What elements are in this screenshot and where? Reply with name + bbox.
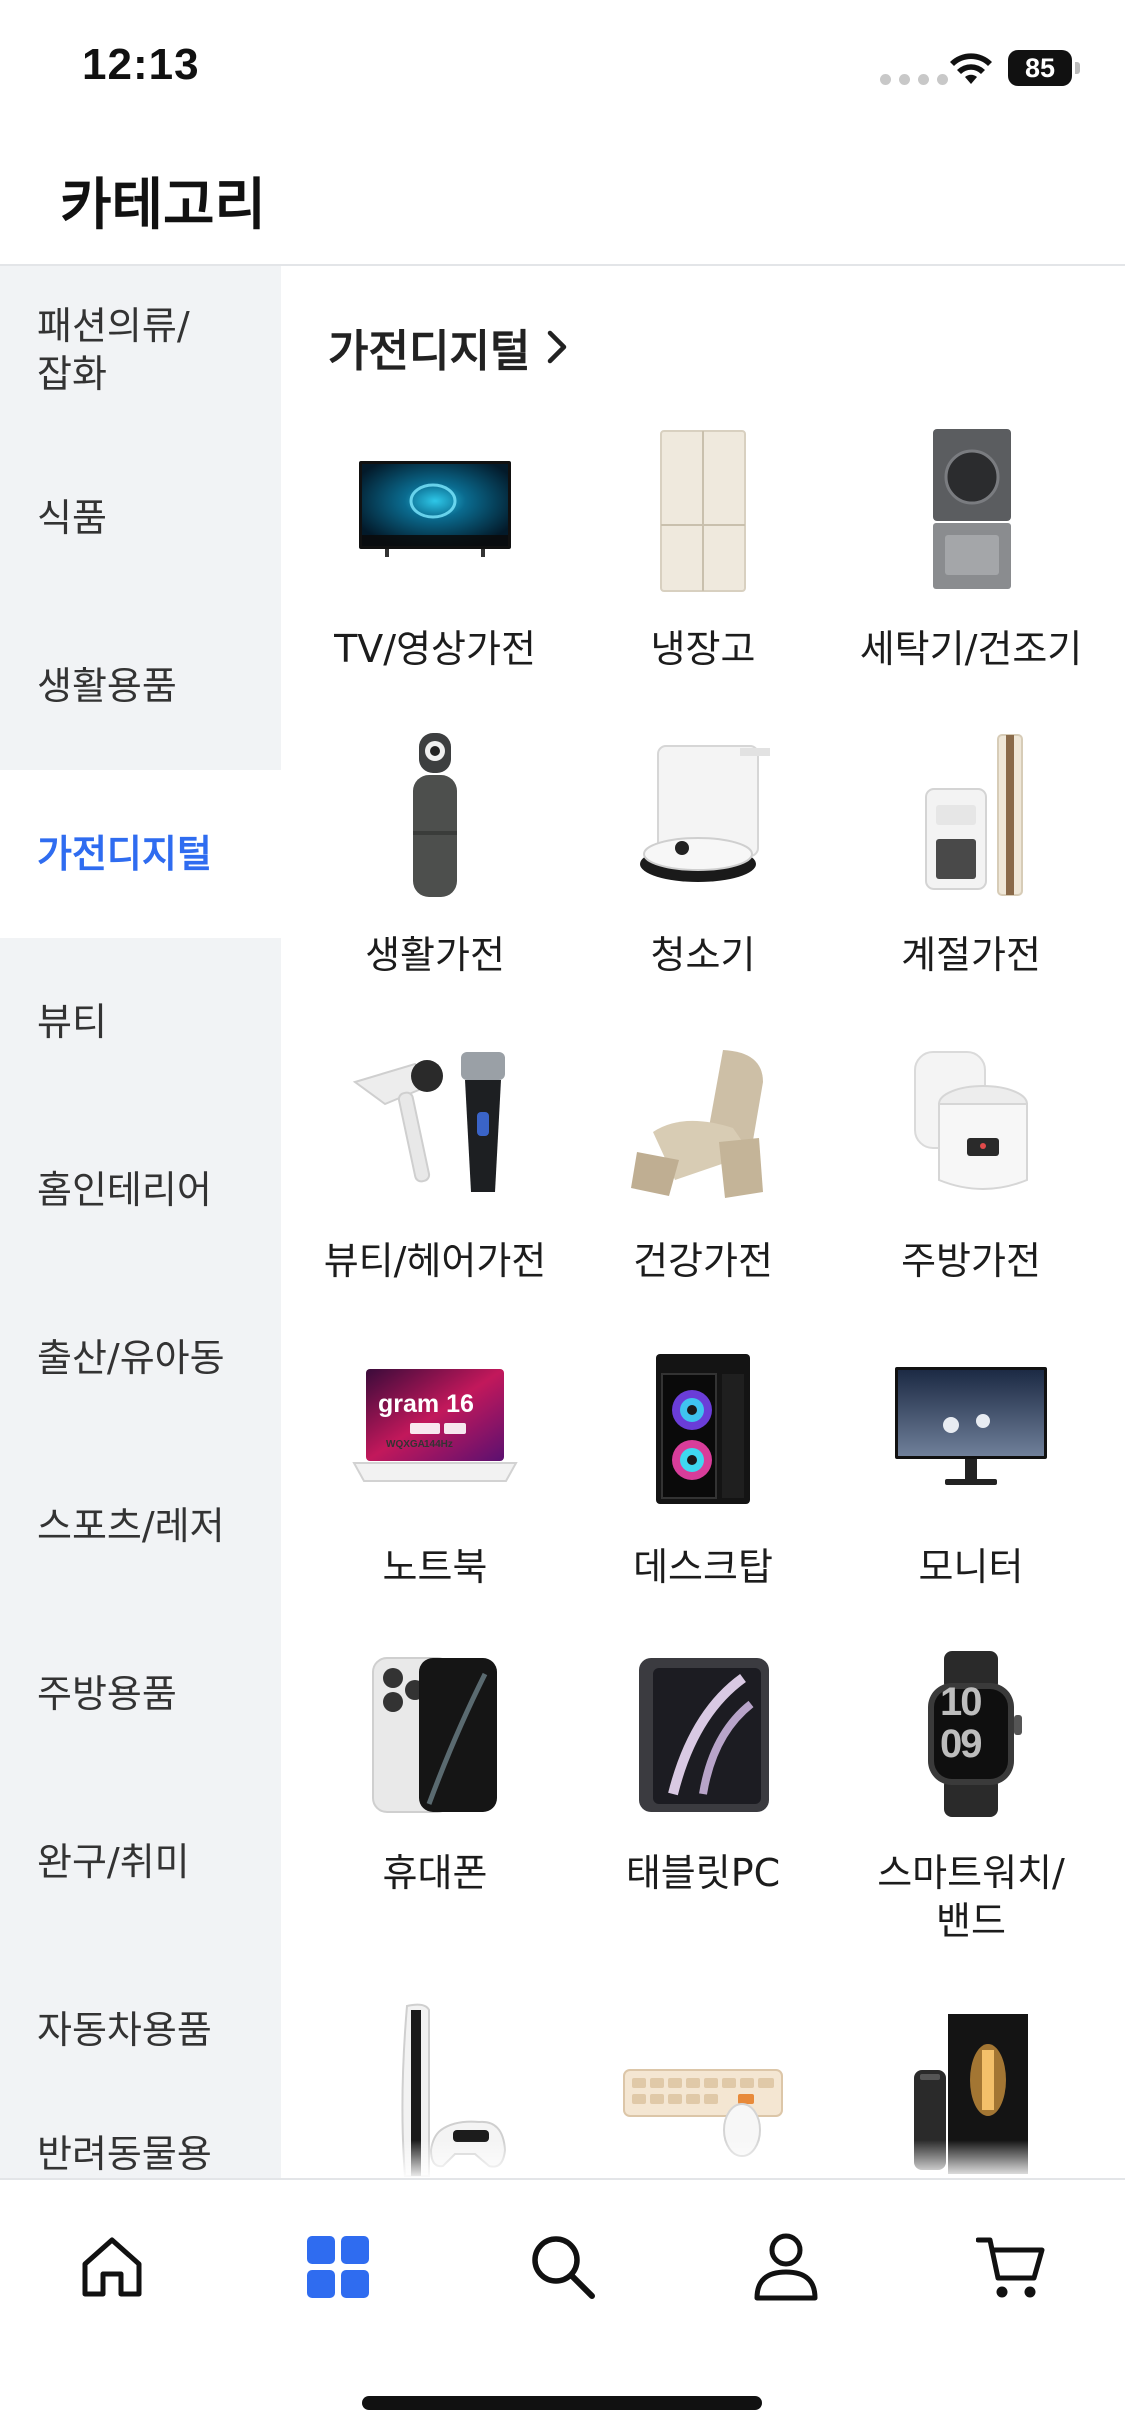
subcategory-laptop[interactable]: gram 16 WQXGA 144Hz 노트북 — [300, 1328, 570, 1618]
laptop-brand-text: gram 16 — [378, 1390, 474, 1418]
sidebar-item-label: 완구/취미 — [37, 1840, 190, 1884]
battery-icon: 85 — [1008, 50, 1080, 86]
status-time: 12:13 — [82, 40, 200, 89]
sidebar-item-pet[interactable]: 반려동물용 — [0, 2114, 281, 2178]
subcategory-label: 청소기 — [650, 933, 756, 977]
subcategory-vacuum[interactable]: 청소기 — [568, 716, 838, 1006]
subcategory-label: 노트북 — [382, 1545, 488, 1589]
battery-level: 85 — [1008, 50, 1072, 86]
desktop-pc-icon — [656, 1354, 750, 1504]
subcategory-label: 모니터 — [918, 1545, 1024, 1589]
sidebar-item-label: 자동차용품 — [37, 2008, 212, 2052]
subcategory-label: 태블릿PC — [625, 1851, 781, 1895]
home-indicator — [362, 2396, 762, 2410]
laptop-icon — [352, 1369, 518, 1482]
subcategory-label: 건강가전 — [633, 1239, 773, 1283]
subcategory-label: 스마트워치/ 밴드 — [877, 1851, 1065, 1943]
page-title: 카테고리 — [60, 173, 267, 238]
section-title: 가전디지털 — [328, 326, 531, 377]
wifi-icon — [950, 53, 992, 84]
air-conditioner-icon — [925, 734, 1023, 896]
sidebar-item-toys-hobby[interactable]: 완구/취미 — [0, 1778, 281, 1946]
sidebar-item-label: 가전디지털 — [37, 832, 212, 876]
cellular-signal-icon — [880, 74, 948, 85]
nav-search-button[interactable] — [518, 2222, 608, 2312]
subcategory-washer[interactable]: 세탁기/건조기 — [836, 410, 1106, 700]
subcategory-label: 데스크탑 — [633, 1545, 773, 1589]
laptop-badge-resolution: WQXGA — [386, 1439, 425, 1450]
subcategory-label: TV/영상가전 — [334, 627, 536, 671]
sidebar-item-home-interior[interactable]: 홈인테리어 — [0, 1106, 281, 1274]
subcategory-label: 계절가전 — [901, 933, 1041, 977]
subcategory-refrigerator[interactable]: 냉장고 — [568, 410, 838, 700]
sidebar-item-kitchen[interactable]: 주방용품 — [0, 1610, 281, 1778]
sidebar-item-food[interactable]: 식품 — [0, 434, 281, 602]
sidebar-item-beauty[interactable]: 뷰티 — [0, 938, 281, 1106]
sidebar-item-label: 스포츠/레저 — [37, 1504, 225, 1548]
tablet-icon — [639, 1658, 769, 1812]
scroll-fade — [281, 2140, 1125, 2178]
watch-time-bottom: 09 — [940, 1722, 982, 1766]
subcategory-monitor[interactable]: 모니터 — [836, 1328, 1106, 1618]
nav-my-button[interactable] — [741, 2222, 831, 2312]
subcategory-kitchen-appliances[interactable]: 주방가전 — [836, 1022, 1106, 1312]
refrigerator-icon — [660, 430, 746, 592]
cart-icon — [976, 2237, 1045, 2298]
sidebar-item-label: 패션의류/ 잡화 — [37, 304, 190, 396]
sidebar-item-label: 주방용품 — [37, 1672, 177, 1716]
air-purifier-icon — [413, 733, 457, 897]
sidebar-item-label: 생활용품 — [37, 664, 177, 708]
subcategory-tv[interactable]: TV/영상가전 — [300, 410, 570, 700]
sidebar-item-label: 홈인테리어 — [37, 1168, 212, 1212]
subcategory-tablet[interactable]: 태블릿PC — [568, 1634, 838, 1924]
tv-icon — [359, 461, 511, 557]
sidebar-item-sports[interactable]: 스포츠/레저 — [0, 1442, 281, 1610]
watch-time-top: 10 — [940, 1680, 982, 1724]
smartphone-icon — [372, 1657, 497, 1813]
nav-categories-button[interactable] — [293, 2222, 383, 2312]
grid-icon — [307, 2236, 369, 2298]
subcategory-phone[interactable]: 휴대폰 — [300, 1634, 570, 1924]
subcategory-label: 생활가전 — [365, 933, 505, 977]
home-icon — [82, 2237, 142, 2297]
user-icon — [754, 2233, 818, 2301]
chevron-right-icon — [548, 330, 567, 364]
search-icon — [532, 2236, 595, 2299]
subcategory-smartwatch[interactable]: 10 09 스마트워치/ 밴드 — [836, 1634, 1106, 1943]
sidebar-item-appliances-digital[interactable]: 가전디지털 — [0, 770, 281, 938]
sidebar-item-label: 반려동물용 — [37, 2132, 212, 2176]
subcategory-label: 주방가전 — [901, 1239, 1041, 1283]
sidebar-item-car[interactable]: 자동차용품 — [0, 1946, 281, 2114]
subcategory-label: 뷰티/헤어가전 — [323, 1239, 547, 1283]
subcategory-desktop[interactable]: 데스크탑 — [568, 1328, 838, 1618]
nav-cart-button[interactable] — [966, 2222, 1056, 2312]
status-bar: 12:13 85 — [0, 0, 1125, 140]
sidebar-item-label: 출산/유아동 — [37, 1336, 225, 1380]
subcategory-beauty-hair[interactable]: 뷰티/헤어가전 — [300, 1022, 570, 1312]
subcategory-label: 세탁기/건조기 — [859, 627, 1083, 671]
washer-dryer-icon — [933, 429, 1011, 589]
nav-home-button[interactable] — [67, 2222, 157, 2312]
sidebar-item-fashion[interactable]: 패션의류/ 잡화 — [0, 266, 281, 434]
subcategory-label: 휴대폰 — [382, 1851, 488, 1895]
hair-dryer-shaver-icon — [352, 1052, 505, 1192]
section-header-link[interactable]: 가전디지털 — [328, 315, 570, 379]
laptop-badge-refresh: 144Hz — [424, 1439, 453, 1450]
subcategory-label: 냉장고 — [650, 627, 756, 671]
monitor-icon — [895, 1367, 1047, 1485]
robot-vacuum-icon — [640, 745, 770, 882]
category-sidebar: 패션의류/ 잡화 식품 생활용품 가전디지털 뷰티 홈인테리어 출산/유아동 스… — [0, 266, 281, 2178]
subcategory-living-appliances[interactable]: 생활가전 — [300, 716, 570, 1006]
subcategory-seasonal[interactable]: 계절가전 — [836, 716, 1106, 1006]
sidebar-item-label: 뷰티 — [37, 1000, 107, 1044]
subcategory-health[interactable]: 건강가전 — [568, 1022, 838, 1312]
sidebar-item-baby-kids[interactable]: 출산/유아동 — [0, 1274, 281, 1442]
rice-cooker-icon — [914, 1051, 1028, 1190]
sidebar-item-living[interactable]: 생활용품 — [0, 602, 281, 770]
massage-chair-icon — [631, 1050, 763, 1198]
sidebar-item-label: 식품 — [37, 496, 107, 540]
